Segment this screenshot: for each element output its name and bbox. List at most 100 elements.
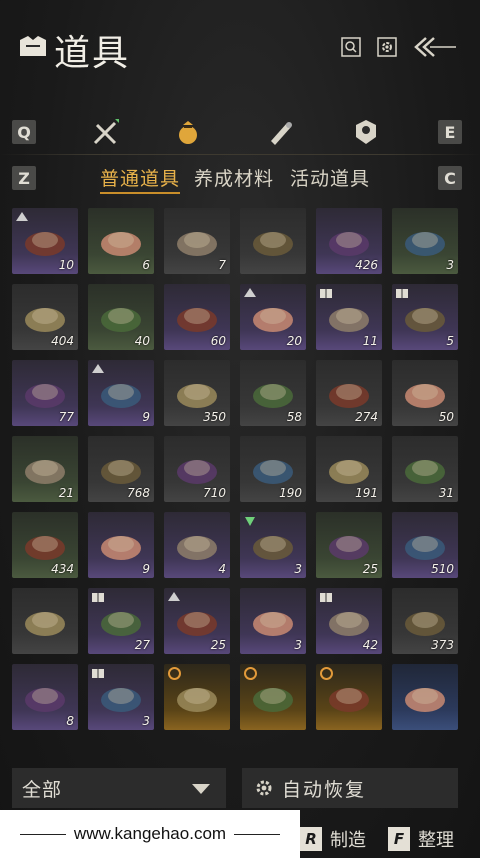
tab-normal-items[interactable]: 普通道具 [100,164,180,191]
item-slot[interactable]: 7 [164,208,230,274]
book-icon [396,289,408,298]
item-slot[interactable]: 50 [392,360,458,426]
item-slot[interactable] [316,664,382,730]
bag-icon [20,36,46,56]
firewood-icon [253,460,293,484]
book-icon [320,289,332,298]
ore-icon [177,460,217,484]
back-icon[interactable] [412,36,460,58]
pink-herb-icon [405,232,445,256]
item-slot[interactable]: 190 [240,436,306,502]
category-weapon-icon[interactable] [88,114,124,150]
key-hint-q: Q [12,120,36,144]
category-badge-icon[interactable] [348,114,384,150]
category-scroll-icon[interactable] [262,114,298,150]
craft-action[interactable]: R 制造 [300,826,366,852]
leaf-herb-icon [25,536,65,560]
item-slot[interactable]: 3 [240,512,306,578]
item-quantity: 25 [362,562,378,576]
item-slot[interactable]: 3 [240,588,306,654]
item-quantity: 42 [362,638,378,652]
item-quantity: 20 [286,334,302,348]
item-quantity: 77 [58,410,74,424]
up-arrow-icon [168,592,180,601]
item-slot[interactable]: 274 [316,360,382,426]
item-slot[interactable]: 5 [392,284,458,350]
category-bar: Q E [0,112,480,152]
item-slot[interactable]: 58 [240,360,306,426]
item-quantity: 7 [218,258,226,272]
item-quantity: 434 [51,562,74,576]
subtab-bar: Z 普通道具 养成材料 活动道具 C [0,162,480,196]
item-slot[interactable]: 25 [316,512,382,578]
tab-materials[interactable]: 养成材料 [194,164,274,191]
item-slot[interactable]: 3 [88,664,154,730]
item-slot[interactable]: 4 [164,512,230,578]
item-slot[interactable]: 434 [12,512,78,578]
item-slot[interactable] [240,208,306,274]
search-icon[interactable] [340,36,362,58]
watermark-text: www.kangehao.com [73,824,227,843]
craft-label: 制造 [330,830,366,851]
item-slot[interactable]: 42 [316,588,382,654]
category-items-icon[interactable] [170,114,206,150]
item-quantity: 3 [294,638,302,652]
up-arrow-icon [92,364,104,373]
item-slot[interactable]: 10 [12,208,78,274]
arrows-icon [405,612,445,636]
item-slot[interactable]: 27 [88,588,154,654]
up-arrow-icon [244,288,256,297]
item-slot[interactable]: 9 [88,512,154,578]
item-slot[interactable]: 20 [240,284,306,350]
sparkle-icon [245,517,255,526]
item-slot[interactable]: 8 [12,664,78,730]
sort-action[interactable]: F 整理 [388,826,454,852]
item-slot[interactable]: 3 [392,208,458,274]
spice-box-icon [329,232,369,256]
grain-sack-icon [101,460,141,484]
item-slot[interactable]: 21 [12,436,78,502]
item-slot[interactable] [392,664,458,730]
item-quantity: 40 [134,334,150,348]
book-icon [92,593,104,602]
white-flower-icon [101,308,141,332]
item-slot[interactable]: 77 [12,360,78,426]
item-slot[interactable]: 60 [164,284,230,350]
book-icon [320,593,332,602]
item-quantity: 10 [58,258,74,272]
item-quantity: 3 [446,258,454,272]
item-slot[interactable]: 510 [392,512,458,578]
item-quantity: 190 [279,486,302,500]
item-slot[interactable]: 373 [392,588,458,654]
auto-recover-button[interactable]: 自动恢复 [242,768,458,808]
item-quantity: 5 [446,334,454,348]
item-slot[interactable]: 404 [12,284,78,350]
filter-label: 全部 [22,778,63,801]
item-slot[interactable]: 350 [164,360,230,426]
item-quantity: 31 [438,486,454,500]
mushroom-icon [253,384,293,408]
item-quantity: 350 [203,410,226,424]
dark-gift-box-icon [253,612,293,636]
item-slot[interactable]: 768 [88,436,154,502]
item-slot[interactable]: 31 [392,436,458,502]
blue-card-icon [405,688,445,712]
item-slot[interactable]: 11 [316,284,382,350]
item-quantity: 4 [218,562,226,576]
clock-icon [168,667,181,680]
item-quantity: 8 [66,714,74,728]
item-slot[interactable]: 426 [316,208,382,274]
item-slot[interactable]: 40 [88,284,154,350]
item-slot[interactable] [12,588,78,654]
item-slot[interactable]: 6 [88,208,154,274]
item-slot[interactable] [240,664,306,730]
filter-dropdown[interactable]: 全部 [12,768,226,808]
item-slot[interactable] [164,664,230,730]
gear-icon[interactable] [376,36,398,58]
item-slot[interactable]: 191 [316,436,382,502]
item-slot[interactable]: 9 [88,360,154,426]
item-slot[interactable]: 25 [164,588,230,654]
gear-icon [256,780,272,796]
tab-event-items[interactable]: 活动道具 [290,164,370,191]
item-slot[interactable]: 710 [164,436,230,502]
